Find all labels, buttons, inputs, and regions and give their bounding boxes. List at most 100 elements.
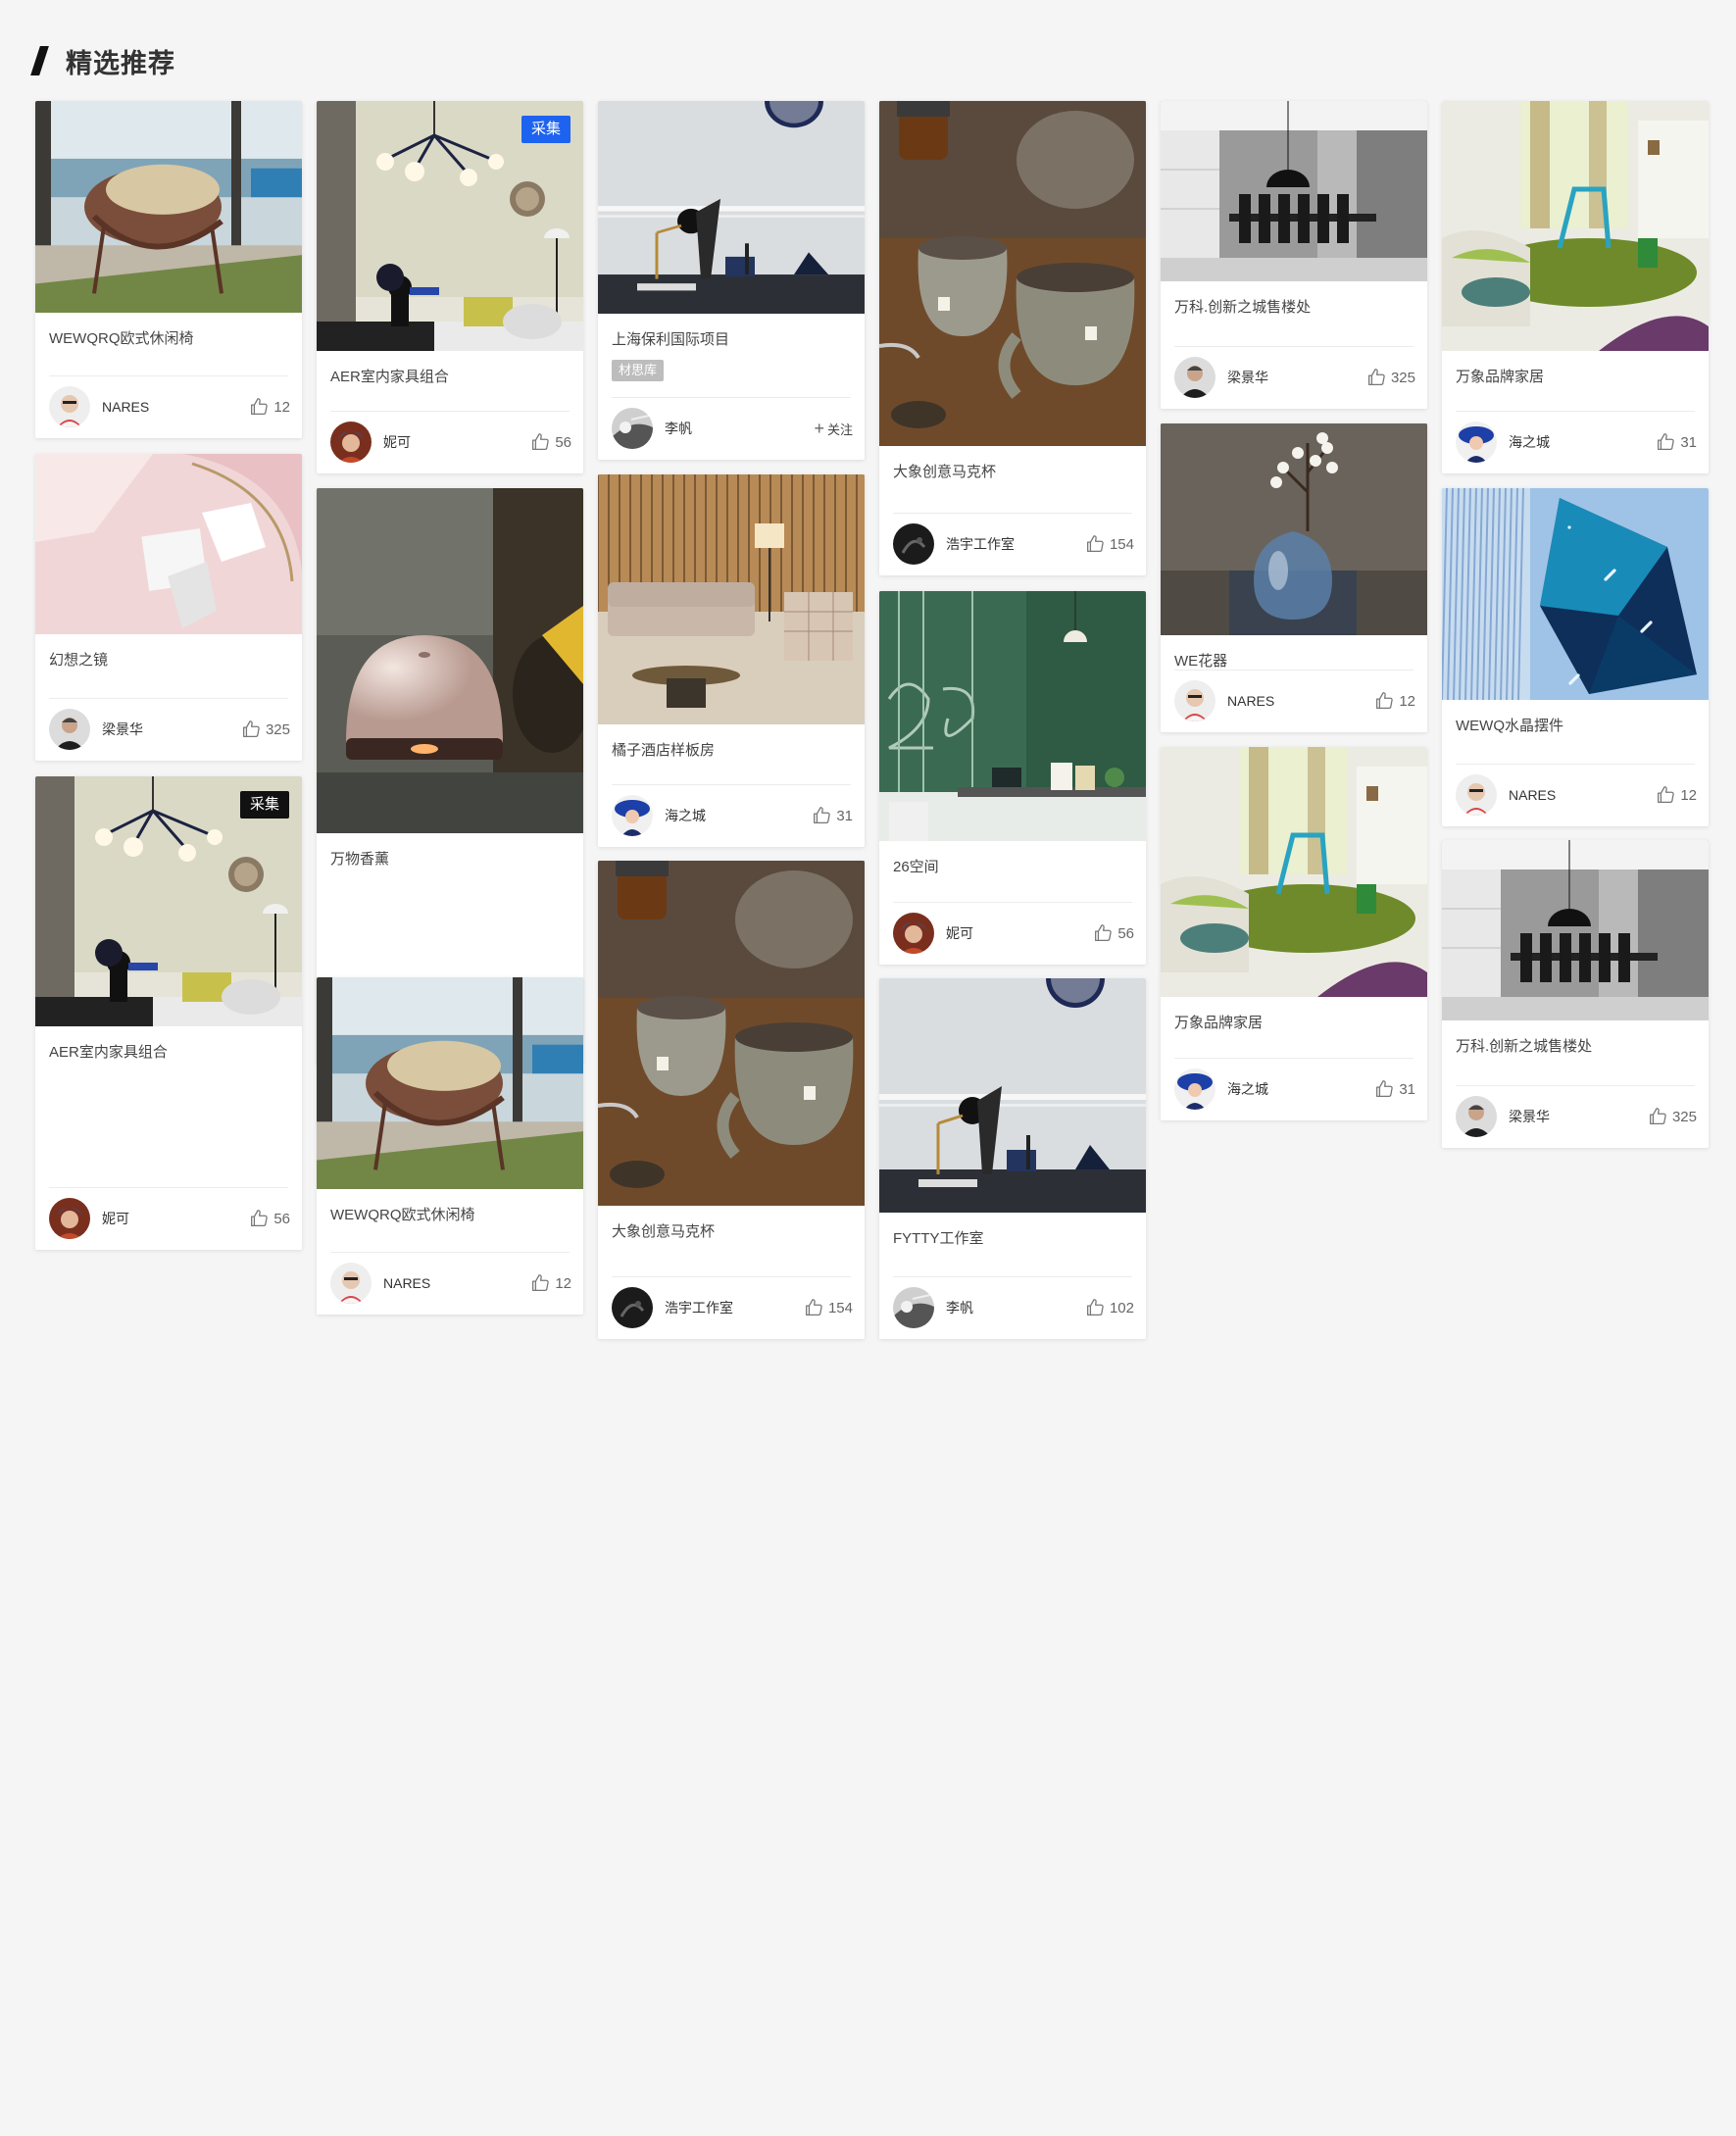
author-avatar[interactable]: [612, 408, 653, 449]
card-title[interactable]: WE花器: [1174, 650, 1227, 671]
follow-button[interactable]: + 关注: [814, 419, 853, 439]
work-card[interactable]: 幻想之镜梁景华 325: [35, 454, 302, 761]
author-avatar[interactable]: [49, 1198, 90, 1239]
like-button[interactable]: 31: [1655, 431, 1697, 453]
author-avatar[interactable]: [49, 386, 90, 427]
work-card[interactable]: 采集 AER室内家具组合妮可 56: [317, 101, 583, 473]
work-card[interactable]: 采集 AER室内家具组合妮可 56: [35, 776, 302, 1250]
author-avatar[interactable]: [1456, 774, 1497, 816]
like-button[interactable]: 325: [1365, 367, 1415, 388]
work-card[interactable]: 万象品牌家居海之城 31: [1442, 101, 1709, 473]
author-avatar[interactable]: [49, 709, 90, 750]
card-title[interactable]: WEWQRQ欧式休闲椅: [330, 1204, 475, 1224]
author-name[interactable]: NARES: [383, 1275, 529, 1291]
card-title[interactable]: 上海保利国际项目: [612, 328, 729, 349]
author-avatar[interactable]: [893, 1287, 934, 1328]
card-image-desk-lamp-wall[interactable]: [879, 978, 1146, 1213]
like-button[interactable]: 31: [1373, 1078, 1415, 1100]
author-name[interactable]: 梁景华: [1227, 368, 1365, 387]
card-title[interactable]: 万科.创新之城售楼处: [1174, 296, 1311, 317]
author-name[interactable]: 妮可: [383, 432, 529, 452]
card-title[interactable]: 万物香薰: [330, 848, 389, 869]
work-card[interactable]: 万科.创新之城售楼处梁景华 325: [1161, 101, 1427, 409]
card-image-desk-lamp-wall[interactable]: [598, 101, 865, 314]
author-name[interactable]: 妮可: [946, 923, 1092, 943]
card-image-lounge-chair-sea[interactable]: [35, 101, 302, 313]
card-title[interactable]: FYTTY工作室: [893, 1227, 984, 1248]
card-image-crystal-ornament[interactable]: [1442, 488, 1709, 700]
author-avatar[interactable]: [612, 795, 653, 836]
card-title[interactable]: WEWQRQ欧式休闲椅: [49, 327, 194, 348]
card-title[interactable]: 万科.创新之城售楼处: [1456, 1035, 1592, 1056]
work-card[interactable]: 万象品牌家居海之城 31: [1161, 747, 1427, 1120]
like-button[interactable]: 102: [1084, 1297, 1134, 1318]
work-card[interactable]: WEWQRQ欧式休闲椅 NARES 12: [317, 977, 583, 1315]
work-card[interactable]: 大象创意马克杯浩宇工作室 154: [879, 101, 1146, 575]
work-card[interactable]: FYTTY工作室李帆 102: [879, 978, 1146, 1339]
work-card[interactable]: 橘子酒店样板房海之城 31: [598, 474, 865, 847]
card-image-elephant-mugs[interactable]: [879, 101, 1146, 446]
card-title[interactable]: 幻想之镜: [49, 649, 108, 670]
card-image-room-pendant-lamp[interactable]: 采集: [35, 776, 302, 1026]
card-title[interactable]: 橘子酒店样板房: [612, 739, 715, 760]
card-title[interactable]: 大象创意马克杯: [612, 1220, 715, 1241]
author-avatar[interactable]: [893, 913, 934, 954]
author-avatar[interactable]: [893, 523, 934, 565]
work-card[interactable]: WEWQ水晶摆件 NARES 12: [1442, 488, 1709, 826]
like-button[interactable]: 154: [803, 1297, 853, 1318]
like-button[interactable]: 154: [1084, 533, 1134, 555]
card-title[interactable]: 万象品牌家居: [1174, 1012, 1263, 1032]
like-button[interactable]: 12: [1373, 690, 1415, 712]
card-image-lounge-chair-sea[interactable]: [317, 977, 583, 1189]
card-title[interactable]: WEWQ水晶摆件: [1456, 715, 1563, 735]
like-button[interactable]: 56: [529, 431, 571, 453]
card-title[interactable]: AER室内家具组合: [49, 1041, 168, 1062]
like-button[interactable]: 31: [811, 805, 853, 826]
author-name[interactable]: NARES: [1509, 787, 1655, 803]
author-name[interactable]: 浩宇工作室: [665, 1298, 803, 1317]
work-card[interactable]: 26空间妮可 56: [879, 591, 1146, 965]
card-image-hotel-living-room[interactable]: [598, 474, 865, 724]
author-avatar[interactable]: [1456, 1096, 1497, 1137]
work-card[interactable]: 上海保利国际项目 材思库 李帆 + 关注: [598, 101, 865, 460]
author-name[interactable]: 妮可: [102, 1209, 248, 1228]
author-avatar[interactable]: [612, 1287, 653, 1328]
card-title[interactable]: 26空间: [893, 856, 939, 876]
card-image-elephant-mugs[interactable]: [598, 861, 865, 1206]
author-name[interactable]: 海之城: [1227, 1079, 1373, 1099]
card-image-glass-vase[interactable]: [1161, 423, 1427, 635]
like-button[interactable]: 325: [1647, 1106, 1697, 1127]
author-name[interactable]: NARES: [102, 399, 248, 415]
author-name[interactable]: 浩宇工作室: [946, 534, 1084, 554]
card-image-dining-room[interactable]: [1442, 840, 1709, 1020]
author-name[interactable]: 海之城: [1509, 432, 1655, 452]
card-image-green-living-room[interactable]: [1161, 747, 1427, 997]
like-button[interactable]: 12: [1655, 784, 1697, 806]
author-name[interactable]: 李帆: [946, 1298, 1084, 1317]
card-image-room-pendant-lamp[interactable]: 采集: [317, 101, 583, 351]
like-button[interactable]: 12: [248, 396, 290, 418]
like-button[interactable]: 12: [529, 1272, 571, 1294]
author-name[interactable]: 梁景华: [102, 720, 240, 739]
author-name[interactable]: 李帆: [665, 419, 814, 438]
card-title[interactable]: 大象创意马克杯: [893, 461, 996, 481]
card-image-aroma-diffuser[interactable]: [317, 488, 583, 833]
author-avatar[interactable]: [330, 422, 372, 463]
like-button[interactable]: 325: [240, 719, 290, 740]
work-card[interactable]: WEWQRQ欧式休闲椅 NARES 12: [35, 101, 302, 438]
collect-button[interactable]: 采集: [521, 116, 570, 143]
work-card[interactable]: 万科.创新之城售楼处梁景华 325: [1442, 840, 1709, 1148]
card-image-dining-room[interactable]: [1161, 101, 1427, 281]
author-avatar[interactable]: [1174, 357, 1215, 398]
author-name[interactable]: 梁景华: [1509, 1107, 1647, 1126]
work-card[interactable]: WE花器 NARES 12: [1161, 423, 1427, 732]
card-title[interactable]: AER室内家具组合: [330, 366, 449, 386]
card-image-green-office[interactable]: [879, 591, 1146, 841]
like-button[interactable]: 56: [1092, 922, 1134, 944]
card-title[interactable]: 万象品牌家居: [1456, 366, 1544, 386]
card-image-pink-mirror[interactable]: [35, 454, 302, 634]
like-button[interactable]: 56: [248, 1208, 290, 1229]
collect-button[interactable]: 采集: [239, 791, 289, 819]
author-name[interactable]: 海之城: [665, 806, 811, 825]
work-card[interactable]: 大象创意马克杯浩宇工作室 154: [598, 861, 865, 1339]
